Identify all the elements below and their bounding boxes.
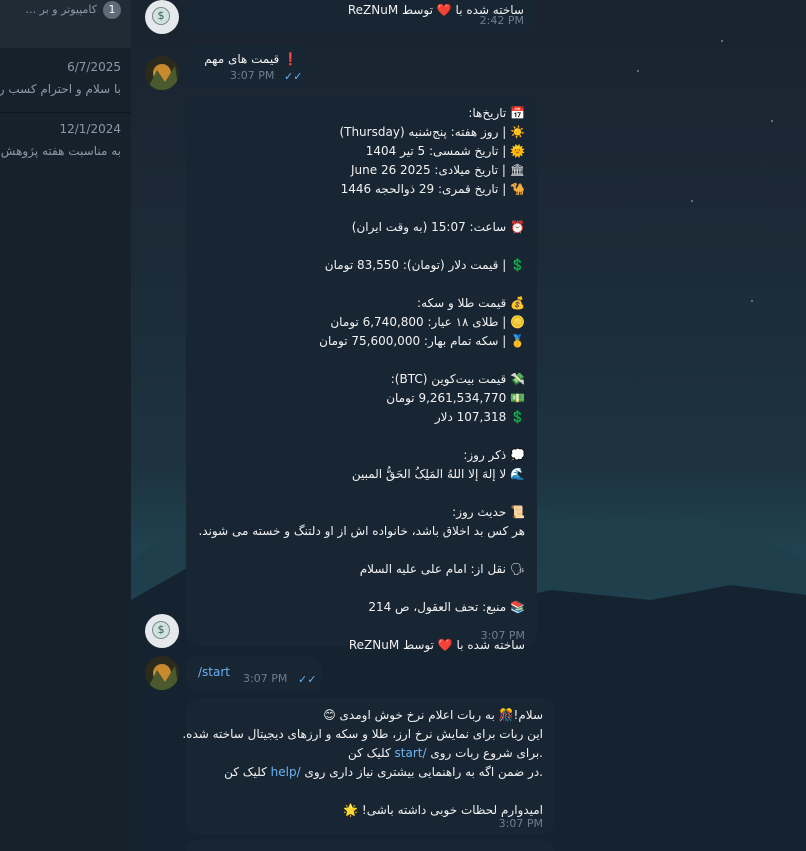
message-time: 2:42 PM: [479, 14, 524, 27]
message-line: ⏰ ساعت: 15:07 (به وقت ایران): [351, 220, 525, 234]
coin-icon: $: [152, 621, 170, 639]
message-time: 3:07 PM: [230, 69, 275, 82]
message-line: .در ضمن اگه به راهنمایی بیشتری نیاز داری…: [198, 763, 543, 782]
message-line: 🌊 لا إلهَ إلا اللهُ المَلِکُ الحَقُّ الم…: [351, 467, 525, 481]
chat-list-item[interactable]: 1 کامپیوتر و بر ...: [0, 0, 131, 48]
message-time: 3:07 PM: [498, 817, 543, 830]
message-line: 💸 قیمت بیت‌کوین (BTC):: [390, 372, 525, 386]
message-line: 🪙 | طلای ۱۸ عیار: 6,740,800 تومان: [330, 315, 525, 329]
message-line: ☀️ | روز هفته: پنج‌شنبه (Thursday): [339, 125, 525, 139]
chat-list-sidebar: 1 کامپیوتر و بر ... 6/7/2025 با سلام و ا…: [0, 0, 131, 851]
chat-date: 12/1/2024: [59, 122, 121, 136]
chat-date: 6/7/2025: [67, 60, 121, 74]
message-text: کلیک کن: [348, 746, 395, 760]
message-bubble: سلام!🎊 به ربات اعلام نرخ خوش اومدی 😊 این…: [182, 698, 555, 834]
start-command-link[interactable]: /start: [395, 746, 427, 760]
message-line: 🗣 نقل از: امام علی علیه السلام: [359, 562, 525, 576]
message-text: .برای شروع ربات روی: [426, 746, 543, 760]
message-text: قیمت های مهم: [204, 52, 280, 66]
message-line: 🐪 | تاریخ قمری: 29 ذوالحجه 1446: [340, 182, 525, 196]
message-line: 💭 ذکر روز:: [463, 448, 525, 462]
message-line: امیدوارم لحظات خوبی داشته باشی! 🌟: [343, 803, 543, 817]
message-line: 💵 9,261,534,770 تومان: [386, 391, 525, 405]
unread-badge: 1: [103, 1, 121, 19]
message-line: 💰 قیمت طلا و سکه:: [417, 296, 525, 310]
chat-area: $ ساخته شده با ❤️ توسط ReZNuM 2:42 PM ❗ …: [131, 0, 806, 851]
chat-list-item[interactable]: 12/1/2024 به مناسبت هفته پژوهش: [0, 110, 131, 172]
message-text: کلیک کن: [224, 765, 271, 779]
double-check-icon: ✓✓: [284, 70, 303, 83]
message-line: 💲 107,318 دلار: [434, 410, 525, 424]
message-bubble: 📅 تاریخ‌ها: ☀️ | روز هفته: پنج‌شنبه (Thu…: [186, 96, 537, 652]
message-line: 📜 حدیث روز:: [452, 505, 525, 519]
chat-preview: به مناسبت هفته پژوهش: [0, 144, 121, 158]
user-photo: [145, 56, 179, 90]
message-bubble-partial: [186, 840, 555, 851]
message-line: 📚 منبع: تحف العقول، ص 214: [368, 600, 525, 614]
bot-avatar[interactable]: $: [145, 0, 179, 34]
message-line: هر کس بد اخلاق باشد، خانواده اش از او دل…: [198, 524, 525, 538]
chat-preview: کامپیوتر و بر ...: [25, 3, 97, 16]
message-time: 3:07 PM: [243, 672, 288, 685]
user-avatar[interactable]: [145, 56, 179, 90]
message-time: 3:07 PM: [480, 629, 525, 642]
chat-list-item[interactable]: 6/7/2025 با سلام و احترام کسب ر: [0, 48, 131, 110]
message-bubble: /start 3:07 PM ✓✓: [186, 656, 322, 692]
message-line: 💲 | قیمت دلار (تومان): 83,550 تومان: [324, 258, 525, 272]
message-line: .برای شروع ربات روی /start کلیک کن: [198, 744, 543, 763]
message-body: 📅 تاریخ‌ها: ☀️ | روز هفته: پنج‌شنبه (Thu…: [198, 104, 525, 655]
message-line: 🌞 | تاریخ شمسی: 5 تیر 1404: [365, 144, 525, 158]
message-line: 📅 تاریخ‌ها:: [468, 106, 525, 120]
double-check-icon: ✓✓: [298, 673, 317, 686]
user-photo: [145, 656, 179, 690]
bot-avatar[interactable]: $: [145, 614, 179, 648]
message-line: 🏛 | تاریخ میلادی: June 26 2025: [351, 163, 525, 177]
message-bubble: ❗ قیمت های مهم 3:07 PM ✓✓: [186, 44, 310, 88]
user-avatar[interactable]: [145, 656, 179, 690]
message-bubble: ساخته شده با ❤️ توسط ReZNuM 2:42 PM: [186, 0, 536, 32]
message-line: این ربات برای نمایش نرخ ارز، طلا و سکه و…: [182, 727, 543, 741]
chat-preview: با سلام و احترام کسب ر: [0, 82, 121, 96]
start-command-link[interactable]: /start: [198, 665, 230, 679]
message-text: .در ضمن اگه به راهنمایی بیشتری نیاز داری…: [300, 765, 543, 779]
coin-icon: $: [152, 7, 170, 25]
exclamation-icon: ❗: [283, 52, 298, 66]
help-command-link[interactable]: /help: [271, 765, 301, 779]
message-line: سلام!🎊 به ربات اعلام نرخ خوش اومدی 😊: [323, 708, 543, 722]
message-line: ساخته شده با ❤️ توسط ReZNuM: [348, 638, 525, 652]
message-line: 🥇 | سکه تمام بهار: 75,600,000 تومان: [319, 334, 525, 348]
